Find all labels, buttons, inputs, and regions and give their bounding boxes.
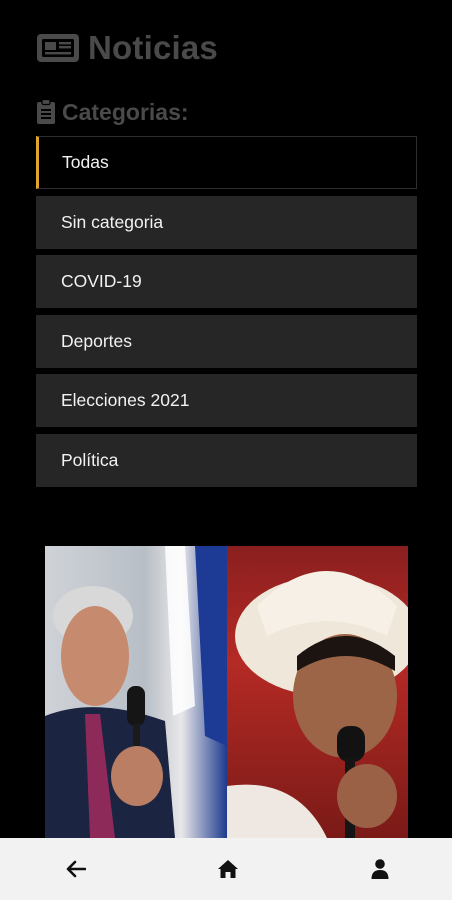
news-image-left-portrait <box>45 546 227 838</box>
category-item-sin-categoria[interactable]: Sin categoria <box>36 195 417 249</box>
categories-label: Categorias: <box>62 98 189 125</box>
category-item-politica[interactable]: Política <box>36 433 417 487</box>
bottom-navigation <box>0 838 452 900</box>
home-icon <box>218 860 238 878</box>
category-item-deportes[interactable]: Deportes <box>36 314 417 368</box>
category-item-covid-19[interactable]: COVID-19 <box>36 255 417 308</box>
newspaper-icon <box>37 34 79 62</box>
profile-button[interactable] <box>368 857 392 881</box>
arrow-left-icon <box>66 860 86 878</box>
category-list: Todas Sin categoria COVID-19 Deportes El… <box>36 136 417 493</box>
categories-heading: Categorias: <box>36 97 189 127</box>
news-image[interactable] <box>45 546 408 838</box>
home-button[interactable] <box>216 857 240 881</box>
back-button[interactable] <box>64 857 88 881</box>
user-icon <box>371 859 389 879</box>
page-title: Noticias <box>88 29 218 66</box>
category-item-todas[interactable]: Todas <box>36 136 417 189</box>
clipboard-icon <box>37 99 55 124</box>
page-header: Noticias <box>36 26 218 70</box>
news-image-right-portrait <box>226 546 408 838</box>
category-item-elecciones-2021[interactable]: Elecciones 2021 <box>36 374 417 427</box>
